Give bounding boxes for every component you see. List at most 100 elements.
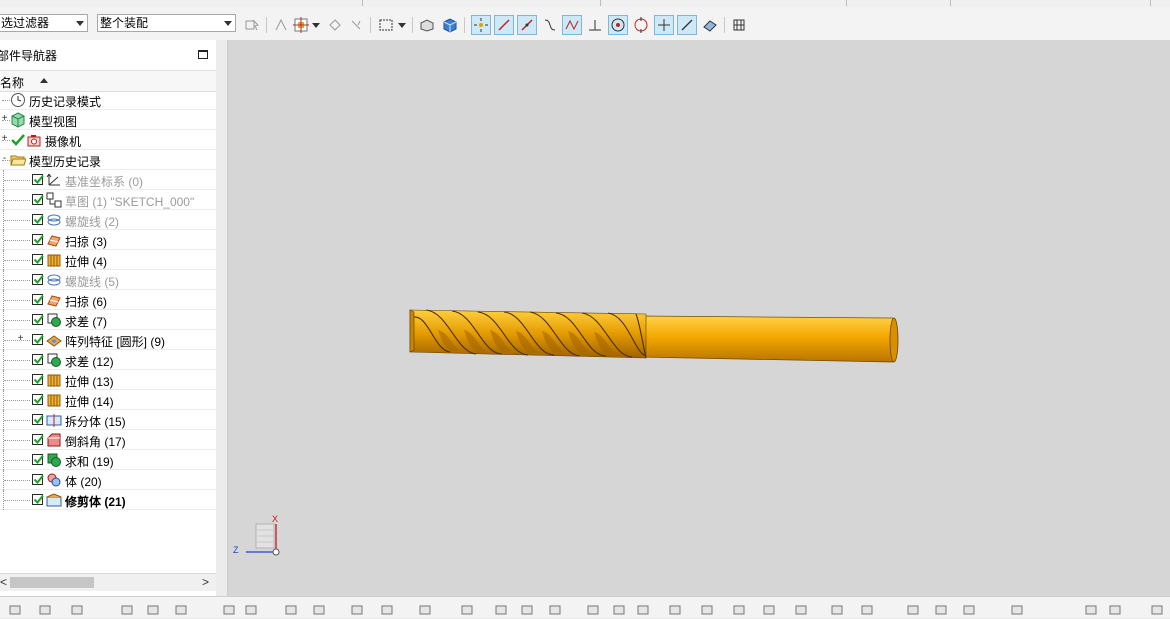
fillet-icon[interactable] (700, 602, 714, 616)
horizontal-scrollbar[interactable]: < > (0, 573, 216, 591)
collapse-icon[interactable]: - (0, 154, 9, 164)
tree-row[interactable]: 螺旋线 (2) (0, 210, 216, 230)
feature-checkbox[interactable] (32, 354, 44, 365)
tree-row[interactable]: 扫掠 (3) (0, 230, 216, 250)
offset-icon[interactable] (934, 602, 948, 616)
scrollbar-thumb[interactable] (10, 577, 94, 588)
shaded-icon[interactable] (312, 602, 326, 616)
feature-checkbox[interactable] (32, 414, 44, 425)
point-icon[interactable] (284, 602, 298, 616)
graphics-window[interactable]: X Z (228, 40, 1170, 596)
axis-icon[interactable] (830, 602, 844, 616)
tree-row[interactable]: - 模型历史记录 (0, 150, 216, 170)
flag-icon[interactable] (174, 602, 188, 616)
tree-row[interactable]: 求差 (7) (0, 310, 216, 330)
lock-icon[interactable] (350, 602, 364, 616)
snap-center-icon[interactable] (608, 15, 628, 35)
tree-row[interactable]: 历史记录模式 (0, 90, 216, 110)
expand-icon[interactable]: + (0, 114, 9, 124)
feature-checkbox[interactable] (32, 374, 44, 385)
layer-icon[interactable] (38, 602, 52, 616)
shaded-view-icon[interactable] (418, 16, 436, 34)
feature-checkbox[interactable] (32, 234, 44, 245)
snap-quadrant-icon[interactable] (632, 16, 650, 34)
maximize-icon[interactable] (198, 50, 208, 59)
snap-grid-icon[interactable] (730, 16, 748, 34)
curve-icon[interactable] (520, 602, 534, 616)
visible-check-icon[interactable] (10, 132, 26, 148)
analysis-icon[interactable] (494, 602, 508, 616)
type-filter-dropdown[interactable]: 选过滤器 (0, 14, 88, 32)
feature-checkbox[interactable] (32, 294, 44, 305)
tree-row[interactable]: 螺旋线 (5) (0, 270, 216, 290)
panel-splitter[interactable] (216, 40, 228, 596)
snap-surface-icon[interactable] (701, 16, 719, 34)
tree-row[interactable]: 基准坐标系 (0) (0, 170, 216, 190)
component-icon[interactable] (244, 602, 258, 616)
feature-checkbox[interactable] (32, 494, 44, 505)
solid-view-icon[interactable] (441, 16, 459, 34)
rectangle-icon[interactable] (762, 602, 776, 616)
snap-existing-point-icon[interactable] (654, 15, 674, 35)
dropdown-icon[interactable] (397, 16, 407, 34)
snap-control-icon[interactable] (517, 15, 537, 35)
snap-point-icon[interactable] (292, 16, 310, 34)
tree-row[interactable]: 拉伸 (14) (0, 390, 216, 410)
select-box-icon[interactable] (377, 16, 395, 34)
tree-row[interactable]: 求差 (12) (0, 350, 216, 370)
grid-icon[interactable] (1084, 602, 1098, 616)
tree-row[interactable]: 倒斜角 (17) (0, 430, 216, 450)
measure-icon[interactable] (418, 602, 432, 616)
arc-icon[interactable] (636, 602, 650, 616)
tree-row[interactable]: 拆分体 (15) (0, 410, 216, 430)
expand-icon[interactable]: + (16, 334, 25, 344)
tree-row[interactable]: 扫掠 (6) (0, 290, 216, 310)
circle-icon[interactable] (668, 602, 682, 616)
feature-checkbox[interactable] (32, 454, 44, 465)
assembly-icon[interactable] (222, 602, 236, 616)
trim-icon[interactable] (860, 602, 874, 616)
deselect-icon[interactable] (272, 16, 290, 34)
feature-checkbox[interactable] (32, 214, 44, 225)
feature-checkbox[interactable] (32, 394, 44, 405)
snap-endpoint-icon[interactable] (471, 15, 491, 35)
dimension-icon[interactable] (794, 602, 808, 616)
snap-on-curve-icon[interactable] (677, 15, 697, 35)
rotate-icon[interactable] (548, 602, 562, 616)
snap-curve-icon[interactable] (541, 16, 559, 34)
snap-midpoint-icon[interactable] (494, 15, 514, 35)
more-icon[interactable] (1150, 602, 1164, 616)
expand-icon[interactable]: + (0, 134, 9, 144)
mirror-icon[interactable] (146, 602, 160, 616)
star-icon[interactable] (460, 602, 474, 616)
feature-checkbox[interactable] (32, 474, 44, 485)
scroll-right-icon[interactable]: > (202, 575, 209, 589)
part-icon[interactable] (70, 602, 84, 616)
tree-row[interactable]: 体 (20) (0, 470, 216, 490)
more-icon[interactable] (347, 16, 365, 34)
tree-row[interactable]: 拉伸 (4) (0, 250, 216, 270)
feature-checkbox[interactable] (32, 194, 44, 205)
dropdown-icon[interactable] (311, 16, 321, 34)
selection-options-icon[interactable] (243, 16, 261, 34)
tree-row[interactable]: + 模型视图 (0, 110, 216, 130)
tree-row[interactable]: 求和 (19) (0, 450, 216, 470)
view-icon[interactable] (8, 602, 22, 616)
sheet-icon[interactable] (380, 602, 394, 616)
constraint-icon[interactable] (1010, 602, 1024, 616)
feature-checkbox[interactable] (32, 174, 44, 185)
feature-checkbox[interactable] (32, 314, 44, 325)
show-hide-icon[interactable] (326, 16, 344, 34)
selection-scope-dropdown[interactable]: 整个装配 (97, 14, 236, 32)
feature-checkbox[interactable] (32, 274, 44, 285)
tree-row[interactable]: + 摄像机 (0, 130, 216, 150)
line-icon[interactable] (612, 602, 626, 616)
column-header-name[interactable]: 名称 (0, 70, 216, 92)
snap-intersection-icon[interactable] (562, 15, 582, 35)
tree-row[interactable]: 草图 (1) "SKETCH_000" (0, 190, 216, 210)
sketch-icon[interactable] (586, 602, 600, 616)
move-icon[interactable] (120, 602, 134, 616)
tree-row[interactable]: 修剪体 (21) (0, 490, 216, 510)
extend-icon[interactable] (906, 602, 920, 616)
tree-row[interactable]: 拉伸 (13) (0, 370, 216, 390)
